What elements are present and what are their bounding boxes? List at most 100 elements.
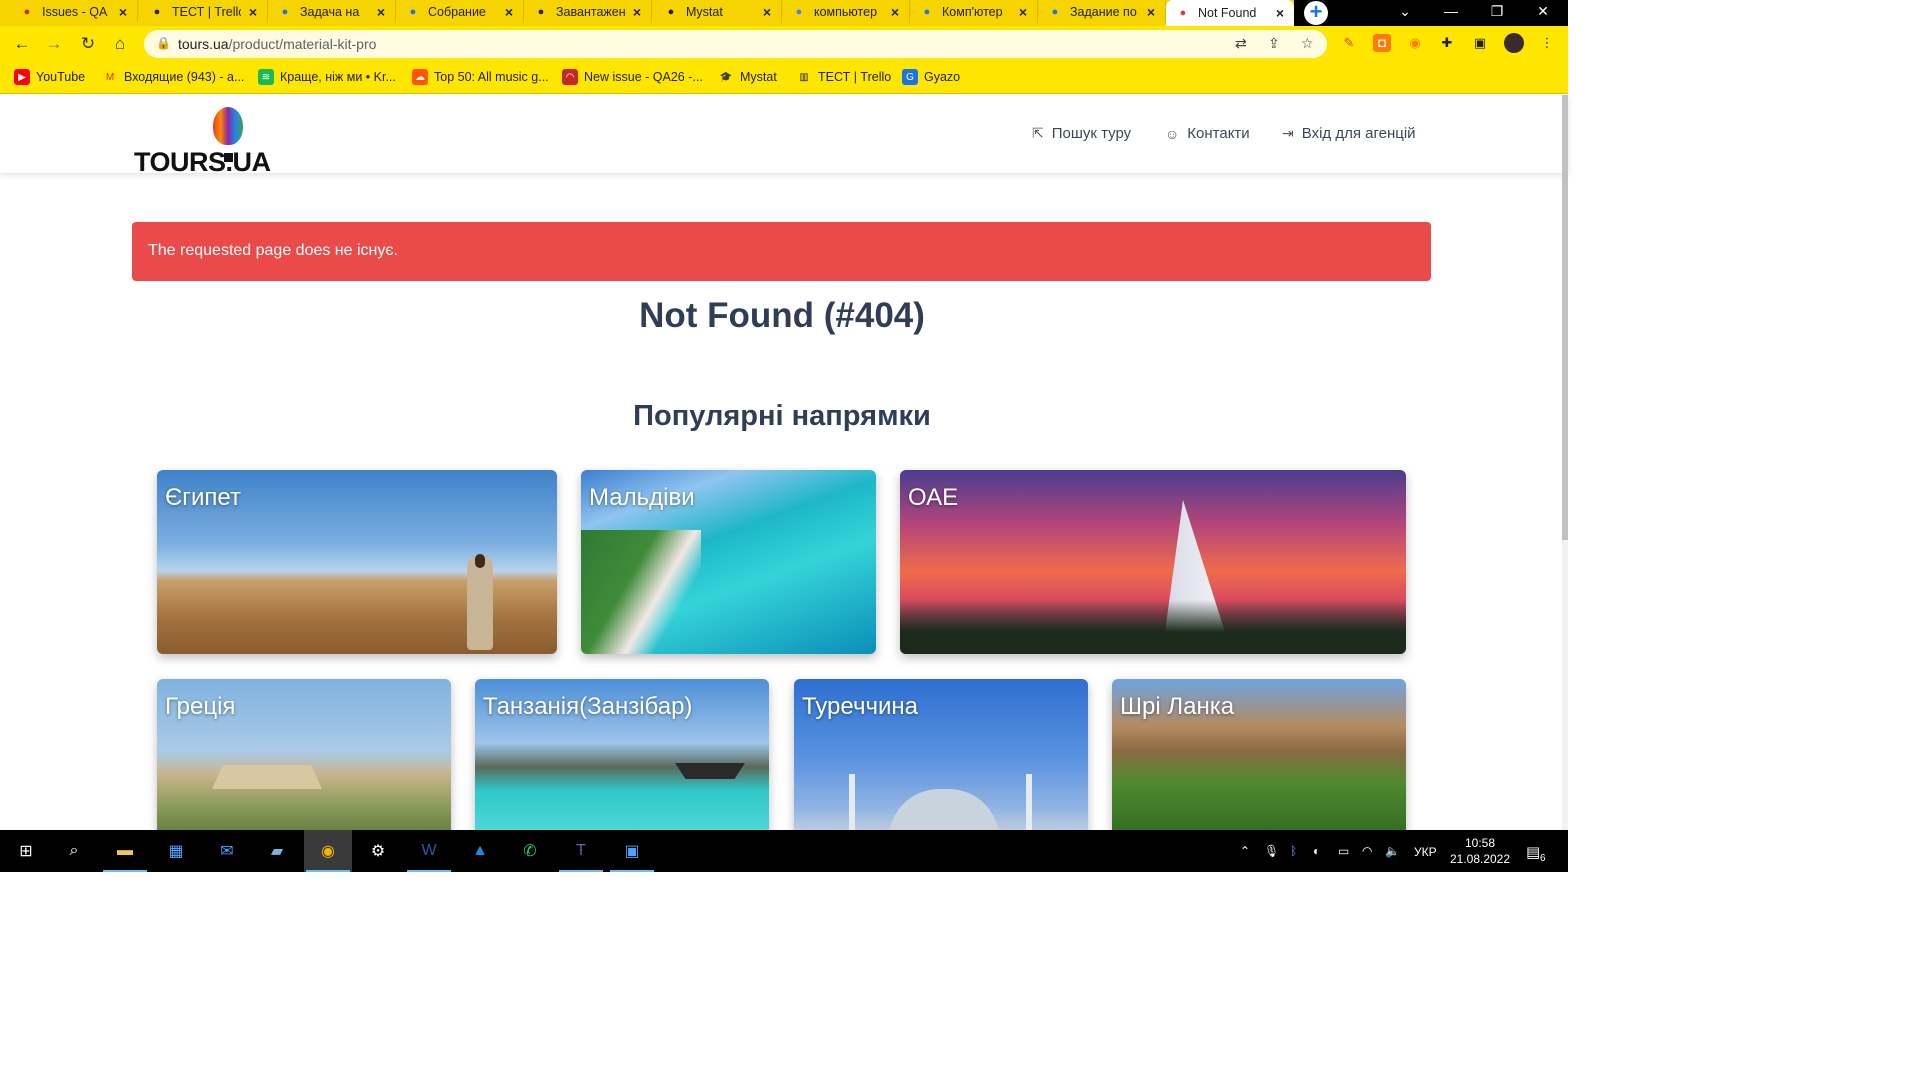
system-clock[interactable]: 10:58 21.08.2022 <box>1448 835 1512 867</box>
browser-tab[interactable]: ● Собрание × <box>396 0 524 23</box>
close-tab-icon[interactable]: × <box>373 4 389 20</box>
facebook-icon: ● <box>923 5 931 18</box>
home-button[interactable]: ⌂ <box>108 33 132 55</box>
browser-tab[interactable]: ● ТЕСТ | Trello × <box>140 0 268 23</box>
contacts-icon: ☺ <box>1165 125 1180 142</box>
windows-start-icon[interactable]: ⊞ <box>14 839 38 863</box>
bookmark-star-icon[interactable]: ☆ <box>1301 35 1314 52</box>
back-button[interactable]: ← <box>10 33 34 55</box>
close-tab-icon[interactable]: × <box>887 4 903 20</box>
whatsapp-icon[interactable]: ✆ <box>518 839 542 863</box>
destination-label: ОАЕ <box>908 484 959 511</box>
bookmark-item[interactable]: M Входящие (943) - a... <box>102 69 245 85</box>
forward-button[interactable]: → <box>42 33 66 55</box>
wifi-extension-icon[interactable]: ◉ <box>1406 34 1424 52</box>
new-tab-button[interactable]: + <box>1304 1 1328 25</box>
browser-tab[interactable]: ● Not Found × <box>1166 0 1294 26</box>
bookmark-item[interactable]: G Gyazo <box>902 69 960 85</box>
mystat-icon: ● <box>667 5 675 18</box>
bookmark-item[interactable]: ▶ YouTube <box>14 69 85 85</box>
close-tab-icon[interactable]: × <box>245 4 261 20</box>
docs-icon: ● <box>409 5 417 18</box>
bookmark-item[interactable]: ◠ New issue - QA26 -... <box>562 69 703 85</box>
close-tab-icon[interactable]: × <box>1272 5 1288 21</box>
close-tab-icon[interactable]: × <box>629 4 645 20</box>
mail-icon[interactable]: ✉ <box>215 839 239 863</box>
destination-card-greece[interactable]: Греція <box>157 679 451 839</box>
close-tab-icon[interactable]: × <box>759 4 775 20</box>
remote-desktop-icon[interactable]: ▣ <box>620 839 644 863</box>
reload-button[interactable]: ↻ <box>76 33 100 55</box>
browser-toolbar: ← → ↻ ⌂ 🔒 tours.ua/product/material-kit-… <box>0 26 1568 62</box>
microphone-icon[interactable]: 🎙 <box>1264 844 1279 858</box>
destination-card-tanzania[interactable]: Танзанія(Занзібар) <box>475 679 769 839</box>
balloon-icon: ● <box>1179 7 1187 19</box>
traveler-figure <box>467 555 493 650</box>
destination-card-egypt[interactable]: Єгипет <box>157 470 557 654</box>
browser-tab[interactable]: ● Завантажен × <box>524 0 652 23</box>
bluetooth-icon[interactable]: ᛒ <box>1290 844 1297 858</box>
page-scrollbar[interactable] <box>1562 95 1568 830</box>
settings-icon[interactable]: ⚙ <box>366 839 390 863</box>
bookmark-item[interactable]: 🎓 Mystat <box>718 69 777 85</box>
bookmark-item[interactable]: ☁ Top 50: All music g... <box>412 69 549 85</box>
destination-label: Танзанія(Занзібар) <box>483 693 693 720</box>
destination-card-maldives[interactable]: Мальдіви <box>581 470 876 654</box>
browser-tab[interactable]: ● Задача на × <box>268 0 396 23</box>
browser-tab[interactable]: ● компьютер × <box>782 0 910 23</box>
restore-button[interactable]: ❐ <box>1474 0 1520 26</box>
wifi-icon[interactable]: ◠ <box>1362 844 1372 858</box>
notifications-icon[interactable]: ▤ <box>1526 843 1540 861</box>
tray-app-icon[interactable]: ◐ <box>1313 844 1320 858</box>
browser-tab[interactable]: ● Комп'ютер × <box>910 0 1038 23</box>
address-url[interactable]: tours.ua/product/material-kit-pro <box>178 36 376 52</box>
extension-icon[interactable]: ◘ <box>1373 34 1391 52</box>
notifications-count: 6 <box>1540 853 1546 864</box>
nav-search-tour[interactable]: ⇱ Пошук туру <box>1032 125 1131 142</box>
share-icon[interactable]: ⇪ <box>1268 35 1280 52</box>
word-icon[interactable]: W <box>417 839 441 863</box>
profile-avatar[interactable] <box>1504 33 1524 53</box>
youtube-icon: ▶ <box>14 69 30 85</box>
minimize-button[interactable]: — <box>1428 0 1474 26</box>
extensions-puzzle-icon[interactable]: ✚ <box>1438 34 1456 52</box>
bookmark-item[interactable]: ≋ Краще, ніж ми • Kr... <box>258 69 396 85</box>
pen-extension-icon[interactable]: ✎ <box>1340 34 1358 52</box>
search-icon[interactable]: ⌕ <box>62 839 86 863</box>
translate-icon[interactable]: ⇄ <box>1235 35 1247 52</box>
site-logo[interactable]: TOURS.UA <box>133 105 283 177</box>
bookmark-item[interactable]: ▥ ТЕСТ | Trello <box>796 69 891 85</box>
close-tab-icon[interactable]: × <box>1015 4 1031 20</box>
battery-icon[interactable]: ▭ <box>1338 844 1349 858</box>
soundcloud-icon: ☁ <box>412 69 428 85</box>
browser-menu-icon[interactable]: ⋮ <box>1538 34 1556 52</box>
close-tab-icon[interactable]: × <box>115 4 131 20</box>
file-explorer-icon[interactable]: ▬ <box>113 839 137 863</box>
browser-tab[interactable]: ● Issues - QA × <box>10 0 138 23</box>
destination-card-uae[interactable]: ОАЕ <box>900 470 1406 654</box>
palm-trees <box>900 600 1406 654</box>
close-tab-icon[interactable]: × <box>501 4 517 20</box>
tab-search-chevron-icon[interactable]: ⌄ <box>1382 0 1428 26</box>
nav-agency-login[interactable]: ⇥ Вхід для агенцій <box>1282 125 1416 142</box>
language-indicator[interactable]: УКР <box>1414 845 1437 859</box>
download-icon: ● <box>537 5 545 18</box>
chrome-icon[interactable]: ◉ <box>316 839 340 863</box>
teams-icon[interactable]: T <box>569 839 593 863</box>
nav-contacts[interactable]: ☺ Контакти <box>1165 125 1250 142</box>
show-hidden-icons[interactable]: ⌃ <box>1240 844 1250 858</box>
close-tab-icon[interactable]: × <box>1143 4 1159 20</box>
browser-tab[interactable]: ● Задание по × <box>1038 0 1166 23</box>
destination-card-turkey[interactable]: Туреччина <box>794 679 1088 839</box>
photos-icon[interactable]: ▲ <box>468 839 492 863</box>
destination-card-sri-lanka[interactable]: Шрі Ланка <box>1112 679 1406 839</box>
store-icon[interactable]: ▦ <box>164 839 188 863</box>
close-window-button[interactable]: ✕ <box>1520 0 1566 26</box>
address-bar[interactable]: 🔒 tours.ua/product/material-kit-pro ⇄ ⇪ … <box>144 30 1327 58</box>
notes-icon[interactable]: ▰ <box>265 839 289 863</box>
lock-icon[interactable]: 🔒 <box>156 36 171 50</box>
browser-tab[interactable]: ● Mystat × <box>654 0 782 23</box>
side-panel-icon[interactable]: ▣ <box>1471 34 1489 52</box>
dhow-boat <box>675 763 745 779</box>
volume-icon[interactable]: 🔈 <box>1385 844 1400 858</box>
